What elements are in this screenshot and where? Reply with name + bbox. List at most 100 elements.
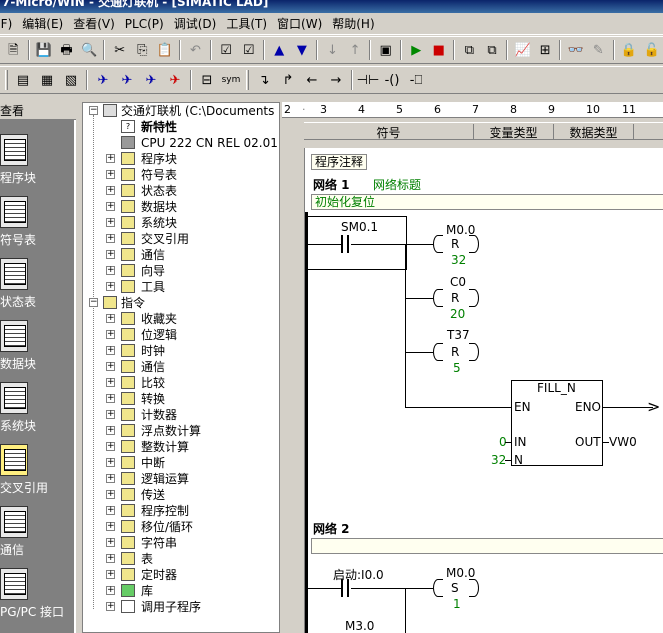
preview-icon[interactable]: 🔍: [80, 40, 99, 60]
bookmark-prev-icon[interactable]: ✈: [141, 70, 161, 90]
menu-window[interactable]: 窗口(W): [277, 15, 332, 32]
unforce-icon[interactable]: ✎: [589, 40, 608, 60]
line-up-icon[interactable]: ↱: [278, 70, 298, 90]
col-header-data-type[interactable]: 数据类型: [554, 124, 634, 140]
expand-icon[interactable]: +: [106, 538, 115, 547]
unlock-icon[interactable]: 🔓: [642, 40, 661, 60]
lock-icon[interactable]: 🔒: [620, 40, 639, 60]
program-status-icon[interactable]: ⧉: [460, 40, 479, 60]
undo-icon[interactable]: ↶: [186, 40, 205, 60]
symbol-addr-icon[interactable]: sym: [221, 70, 241, 90]
compile-all-icon[interactable]: ☑: [239, 40, 258, 60]
options-icon[interactable]: ▣: [376, 40, 395, 60]
nav-pgpc-interface[interactable]: PG/PC 接口: [0, 568, 76, 630]
coil-icon[interactable]: -(): [382, 70, 402, 90]
network-1-title[interactable]: 网络标题: [373, 176, 421, 193]
expand-icon[interactable]: +: [106, 170, 115, 179]
reset-coil-icon[interactable]: [433, 235, 443, 253]
copy-icon[interactable]: ⎘: [133, 40, 152, 60]
expand-icon[interactable]: +: [106, 154, 115, 163]
print-preview-icon[interactable]: 🗎: [4, 40, 23, 60]
expand-icon[interactable]: +: [106, 426, 115, 435]
toggle-network-icon[interactable]: ▦: [37, 70, 57, 90]
expand-icon[interactable]: +: [106, 410, 115, 419]
expand-icon[interactable]: +: [106, 522, 115, 531]
menu-debug[interactable]: 调试(D): [174, 15, 227, 32]
menu-view[interactable]: 查看(V): [73, 15, 125, 32]
line-down-icon[interactable]: ↴: [254, 70, 274, 90]
network-1-comment[interactable]: 初始化复位: [311, 194, 663, 210]
col-header-var-type[interactable]: 变量类型: [474, 124, 554, 140]
expand-icon[interactable]: +: [106, 314, 115, 323]
nav-status-chart[interactable]: 状态表: [0, 258, 76, 320]
box-icon[interactable]: -⎕: [406, 70, 426, 90]
nav-program-block[interactable]: 程序块: [0, 134, 76, 196]
menu-help[interactable]: 帮助(H): [332, 15, 384, 32]
expand-icon[interactable]: +: [106, 282, 115, 291]
expand-icon[interactable]: +: [106, 346, 115, 355]
toggle-comment-icon[interactable]: ▧: [61, 70, 81, 90]
run-icon[interactable]: ▶: [407, 40, 426, 60]
expand-icon[interactable]: +: [106, 490, 115, 499]
expand-icon[interactable]: +: [106, 202, 115, 211]
expand-icon[interactable]: +: [106, 186, 115, 195]
expand-icon[interactable]: +: [106, 378, 115, 387]
download-icon[interactable]: ▼: [293, 40, 312, 60]
col-header-symbol[interactable]: 符号: [304, 124, 474, 140]
print-icon[interactable]: 🖶: [57, 40, 76, 60]
toggle-pou-icon[interactable]: ▤: [13, 70, 33, 90]
bookmark-next-icon[interactable]: ✈: [117, 70, 137, 90]
expand-icon[interactable]: +: [106, 602, 115, 611]
nav-communications[interactable]: 通信: [0, 506, 76, 568]
expand-icon[interactable]: +: [106, 266, 115, 275]
line-right-icon[interactable]: →: [326, 70, 346, 90]
fill-n-out-value[interactable]: VW0: [609, 435, 637, 449]
expand-icon[interactable]: +: [106, 554, 115, 563]
reset-coil-icon[interactable]: [433, 289, 443, 307]
line-left-icon[interactable]: ←: [302, 70, 322, 90]
ladder-diagram[interactable]: 程序注释 网络 1 网络标题 初始化复位 SM0.1 M0.0 R 32 C0 …: [304, 148, 663, 633]
expand-icon[interactable]: +: [106, 458, 115, 467]
symbol-table-icon[interactable]: ⊟: [197, 70, 217, 90]
bookmark-clear-icon[interactable]: ✈: [165, 70, 185, 90]
expand-icon[interactable]: +: [106, 362, 115, 371]
expand-icon[interactable]: +: [106, 250, 115, 259]
expand-icon[interactable]: +: [106, 394, 115, 403]
expand-icon[interactable]: +: [106, 218, 115, 227]
contact-sm01[interactable]: [341, 235, 349, 253]
status-chart-icon[interactable]: ⧉: [483, 40, 502, 60]
menu-tools[interactable]: 工具(T): [226, 15, 277, 32]
collapse-icon[interactable]: −: [89, 106, 98, 115]
contact-icon[interactable]: ⊣⊢: [357, 70, 380, 90]
nav-symbol-table[interactable]: 符号表: [0, 196, 76, 258]
paste-icon[interactable]: 📋: [156, 40, 175, 60]
collapse-icon[interactable]: −: [89, 298, 98, 307]
expand-icon[interactable]: +: [106, 570, 115, 579]
compile-icon[interactable]: ☑: [217, 40, 236, 60]
menu-plc[interactable]: PLC(P): [125, 17, 174, 31]
nav-cross-ref[interactable]: 交叉引用: [0, 444, 76, 506]
reset-coil-icon[interactable]: [433, 343, 443, 361]
program-comment[interactable]: 程序注释: [311, 154, 367, 170]
nav-system-block[interactable]: 系统块: [0, 382, 76, 444]
bookmark-toggle-icon[interactable]: ✈: [93, 70, 113, 90]
nav-data-block[interactable]: 数据块: [0, 320, 76, 382]
set-coil-icon[interactable]: [433, 579, 443, 597]
save-icon[interactable]: 💾: [35, 40, 54, 60]
menu-edit[interactable]: 编辑(E): [22, 15, 73, 32]
expand-icon[interactable]: +: [106, 330, 115, 339]
expand-icon[interactable]: +: [106, 234, 115, 243]
stop-icon[interactable]: ■: [430, 40, 449, 60]
contact-start[interactable]: [341, 579, 349, 597]
sort-desc-icon[interactable]: ↑: [346, 40, 365, 60]
network-2-comment[interactable]: [311, 538, 663, 554]
trend-icon[interactable]: 📈: [513, 40, 532, 60]
expand-icon[interactable]: +: [106, 474, 115, 483]
expand-icon[interactable]: +: [106, 586, 115, 595]
glasses-icon[interactable]: 👓: [566, 40, 585, 60]
tree-project[interactable]: − 交通灯联机 (C:\Documents and: [87, 103, 279, 119]
force-icon[interactable]: ⊞: [536, 40, 555, 60]
sort-asc-icon[interactable]: ↓: [323, 40, 342, 60]
expand-icon[interactable]: +: [106, 506, 115, 515]
expand-icon[interactable]: +: [106, 442, 115, 451]
